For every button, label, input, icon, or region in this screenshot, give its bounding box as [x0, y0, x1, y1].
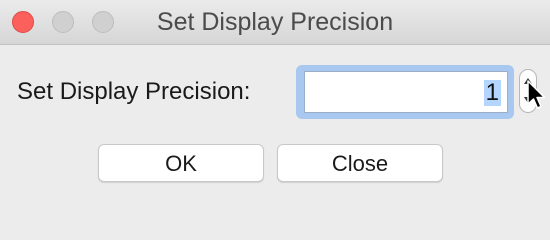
- mouse-pointer-icon: [527, 80, 546, 109]
- ok-button[interactable]: OK: [98, 144, 264, 182]
- dialog-window: Set Display Precision Set Display Precis…: [0, 0, 550, 224]
- title-bar[interactable]: Set Display Precision: [0, 0, 550, 45]
- window-title: Set Display Precision: [156, 8, 394, 36]
- close-button[interactable]: Close: [277, 144, 443, 182]
- precision-label: Set Display Precision:: [17, 78, 251, 105]
- precision-input[interactable]: 1: [304, 71, 508, 113]
- precision-value: 1: [483, 79, 501, 106]
